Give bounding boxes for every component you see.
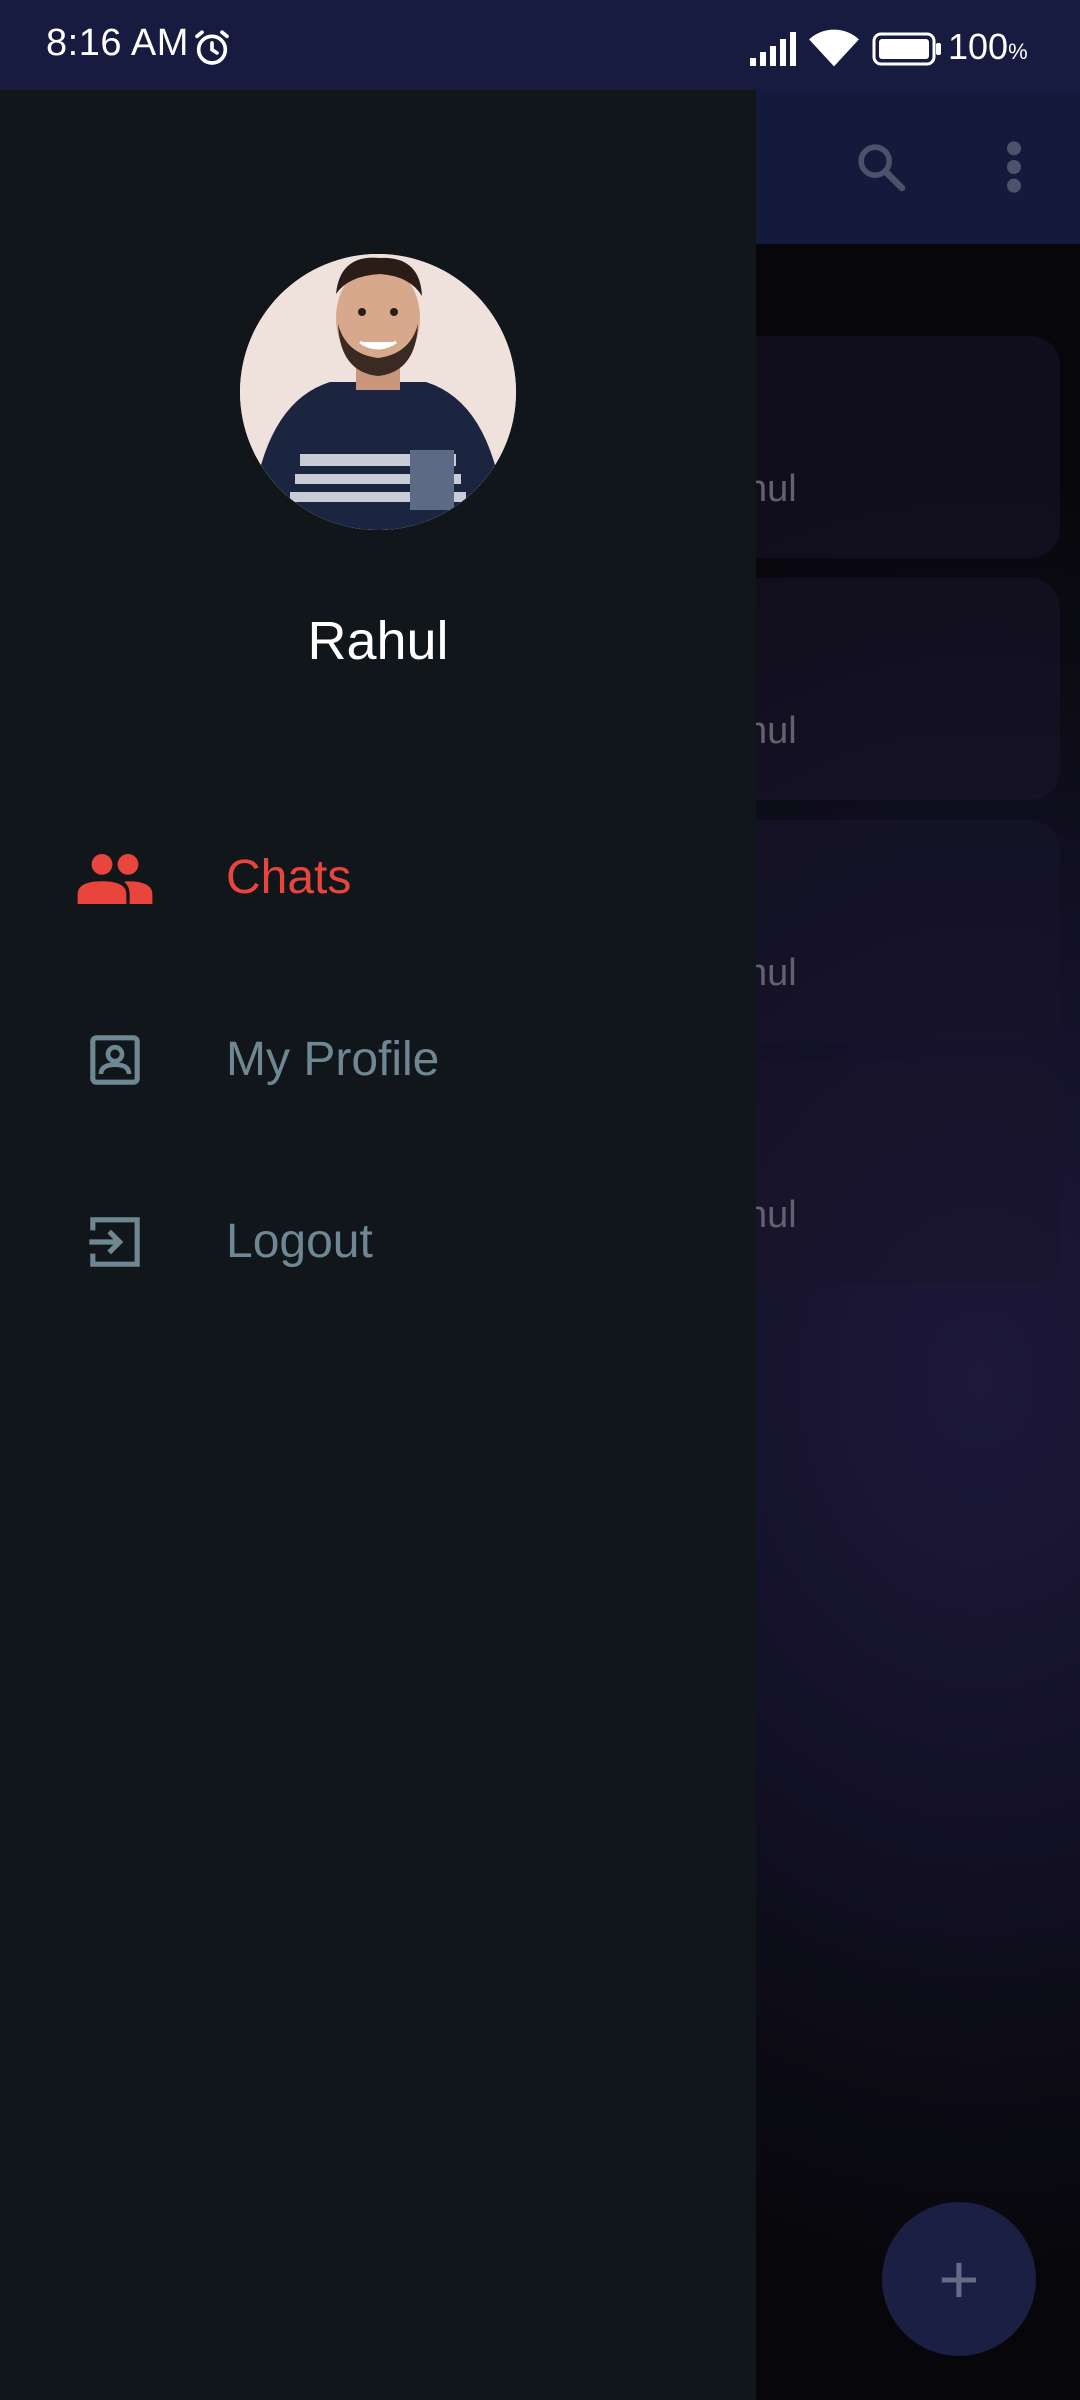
alarm-icon xyxy=(195,30,229,65)
group-icon xyxy=(70,808,160,948)
signal-icon xyxy=(750,32,796,66)
drawer-scrim[interactable] xyxy=(756,90,1080,2400)
battery-icon xyxy=(872,32,941,66)
wifi-icon xyxy=(809,29,859,67)
logout-icon xyxy=(70,1172,160,1312)
drawer-item-label: Logout xyxy=(226,1215,373,1268)
drawer-item-chats[interactable]: Chats xyxy=(0,808,756,948)
profile-photo xyxy=(240,254,516,530)
avatar[interactable] xyxy=(240,254,516,530)
drawer-item-logout[interactable]: Logout xyxy=(0,1172,756,1312)
drawer-item-label: Chats xyxy=(226,851,352,904)
status-bar: 8:16 AM 100% xyxy=(0,0,1080,90)
navigation-drawer: Rahul Chats My Profile Logout xyxy=(0,90,756,2400)
profile-icon xyxy=(70,990,160,1130)
profile-name: Rahul xyxy=(307,611,449,671)
battery-percent: 100% xyxy=(948,26,1028,67)
status-time: 8:16 AM xyxy=(46,22,189,64)
drawer-item-label: My Profile xyxy=(226,1033,440,1086)
drawer-item-my-profile[interactable]: My Profile xyxy=(0,990,756,1130)
